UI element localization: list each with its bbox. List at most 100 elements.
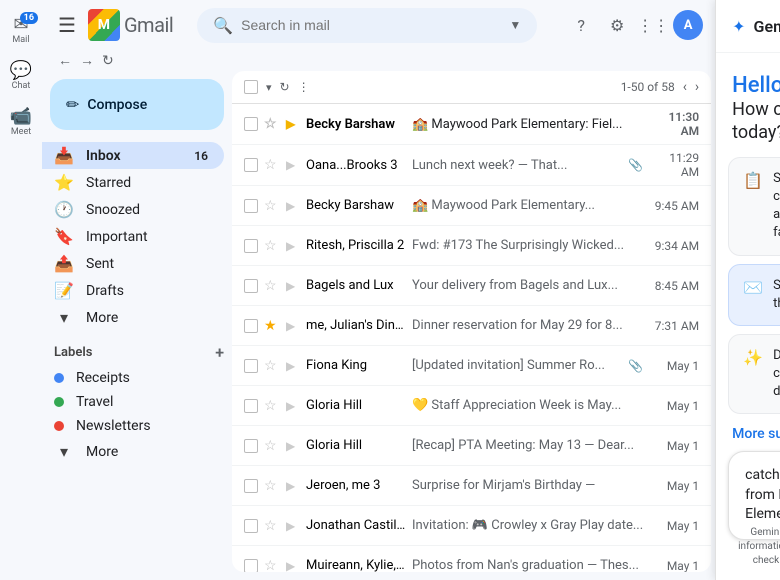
- menu-button[interactable]: ☰: [54, 9, 80, 41]
- star-icon[interactable]: ☆: [264, 278, 280, 294]
- important-icon: ▶: [286, 559, 300, 573]
- label-item-newsletters[interactable]: Newsletters: [42, 414, 224, 438]
- email-row[interactable]: ☆ ▶ Gloria Hill 💛 Staff Appreciation Wee…: [232, 386, 711, 426]
- email-subject: Photos from Nan's graduation — Thes...: [412, 558, 643, 572]
- star-icon[interactable]: ☆: [264, 358, 280, 374]
- email-row[interactable]: ☆ ▶ Jeroen, me 3 Surprise for Mirjam's B…: [232, 466, 711, 506]
- email-row[interactable]: ☆ ▶ Fiona King [Updated invitation] Summ…: [232, 346, 711, 386]
- email-checkbox[interactable]: [244, 279, 258, 293]
- email-row[interactable]: ☆ ▶ Ritesh, Priscilla 2 Fwd: #173 The Su…: [232, 226, 711, 266]
- back-button[interactable]: ←: [58, 52, 72, 69]
- sidebar-item-chat[interactable]: 💬 Chat: [0, 54, 42, 96]
- star-icon[interactable]: ★: [264, 318, 280, 334]
- mail-badge: 16: [20, 12, 38, 24]
- compose-button[interactable]: ✏ Compose: [50, 79, 224, 130]
- label-item-travel[interactable]: Travel: [42, 390, 224, 414]
- nav-items: 📥 Inbox 16 ⭐ Starred 🕐 Snoozed 🔖 Importa…: [42, 142, 232, 331]
- sidebar-item-meet[interactable]: 📹 Meet: [0, 100, 42, 142]
- labels-section: Labels + Receipts Travel Newsletters ▾ M…: [42, 339, 232, 465]
- email-row[interactable]: ☆ ▶ Gloria Hill [Recap] PTA Meeting: May…: [232, 426, 711, 466]
- important-icon: ▶: [286, 479, 300, 493]
- star-icon[interactable]: ☆: [264, 116, 280, 132]
- refresh-button[interactable]: ↻: [102, 53, 114, 69]
- email-row[interactable]: ★ ▶ me, Julian's Diner Dinner reservatio…: [232, 306, 711, 346]
- next-page-button[interactable]: ›: [695, 79, 699, 95]
- email-row[interactable]: ☆ ▶ Becky Barshaw 🏫 Maywood Park Element…: [232, 104, 711, 145]
- snoozed-label: Snoozed: [86, 202, 208, 218]
- refresh-list-button[interactable]: ↻: [280, 80, 290, 94]
- important-icon: 🔖: [54, 227, 74, 246]
- more-suggestions-button[interactable]: More suggestions ›: [716, 414, 780, 454]
- email-checkbox[interactable]: [244, 399, 258, 413]
- email-checkbox[interactable]: [244, 559, 258, 573]
- sender-name: Becky Barshaw: [306, 117, 406, 132]
- email-time: 9:34 AM: [649, 239, 699, 253]
- gemini-panel: ✦ Gemini ⋮ ⤢ ✕ Hello, Ann How can I help…: [715, 0, 780, 580]
- suggestion-unread[interactable]: ✉️ Show me emails that are unread: [728, 264, 780, 326]
- inbox-icon: 📥: [54, 146, 74, 165]
- sidebar-item-important[interactable]: 🔖 Important: [42, 223, 224, 250]
- star-icon[interactable]: ☆: [264, 157, 280, 173]
- email-checkbox[interactable]: [244, 519, 258, 533]
- sidebar-item-inbox[interactable]: 📥 Inbox 16: [42, 142, 224, 169]
- select-all-checkbox[interactable]: [244, 80, 258, 94]
- gemini-title: Gemini: [754, 17, 780, 36]
- email-subject: Lunch next week? — That...: [412, 158, 622, 173]
- avatar[interactable]: A: [673, 10, 703, 40]
- email-checkbox[interactable]: [244, 359, 258, 373]
- gmail-logo-text: Gmail: [124, 13, 173, 37]
- gemini-footer-text: Gemini may display inaccurate informatio…: [738, 527, 780, 566]
- email-checkbox[interactable]: [244, 319, 258, 333]
- suggestion-draft-text: Draft an email confirming the dinner res…: [773, 347, 780, 402]
- label-item-more[interactable]: ▾ More: [42, 438, 224, 465]
- suggestion-summarize[interactable]: 📋 Summarize conversations about the upco…: [728, 157, 780, 256]
- sender-name: Muireann, Kylie, David: [306, 558, 406, 572]
- suggestion-draft[interactable]: ✨ Draft an email confirming the dinner r…: [728, 334, 780, 415]
- sidebar-item-drafts[interactable]: 📝 Drafts: [42, 277, 224, 304]
- email-row[interactable]: ☆ ▶ Jonathan Castillo Invitation: 🎮 Crow…: [232, 506, 711, 546]
- email-row[interactable]: ☆ ▶ Muireann, Kylie, David Photos from N…: [232, 546, 711, 572]
- star-icon[interactable]: ☆: [264, 558, 280, 573]
- suggestion-unread-text: Show me emails that are unread: [773, 277, 780, 313]
- search-dropdown-icon[interactable]: ▼: [509, 18, 521, 32]
- add-label-button[interactable]: +: [215, 343, 224, 362]
- dropdown-icon[interactable]: ▾: [266, 81, 272, 94]
- email-checkbox[interactable]: [244, 199, 258, 213]
- sidebar-item-sent[interactable]: 📤 Sent: [42, 250, 224, 277]
- more-options-button[interactable]: ⋮: [298, 80, 310, 94]
- search-input[interactable]: [241, 17, 501, 33]
- pagination: 1-50 of 58: [621, 80, 675, 94]
- sidebar-item-starred[interactable]: ⭐ Starred: [42, 169, 224, 196]
- prev-page-button[interactable]: ‹: [683, 79, 687, 95]
- email-checkbox[interactable]: [244, 479, 258, 493]
- email-row[interactable]: ☆ ▶ Bagels and Lux Your delivery from Ba…: [232, 266, 711, 306]
- email-row[interactable]: ☆ ▶ Becky Barshaw 🏫 Maywood Park Element…: [232, 186, 711, 226]
- email-checkbox[interactable]: [244, 239, 258, 253]
- email-time: May 1: [649, 519, 699, 533]
- forward-button[interactable]: →: [80, 52, 94, 69]
- email-checkbox[interactable]: [244, 117, 258, 131]
- star-icon[interactable]: ☆: [264, 518, 280, 534]
- important-label: Important: [86, 229, 208, 245]
- sidebar-item-mail[interactable]: ✉ Mail 16: [0, 8, 42, 50]
- star-icon[interactable]: ☆: [264, 398, 280, 414]
- star-icon[interactable]: ☆: [264, 198, 280, 214]
- email-checkbox[interactable]: [244, 158, 258, 172]
- grid-button[interactable]: ⋮⋮: [637, 9, 669, 41]
- help-button[interactable]: ?: [565, 9, 597, 41]
- email-checkbox[interactable]: [244, 439, 258, 453]
- inbox-count: 16: [194, 149, 208, 163]
- email-subject: [Recap] PTA Meeting: May 13 — Dear...: [412, 438, 643, 453]
- email-time: May 1: [649, 479, 699, 493]
- chat-icon: 💬: [10, 60, 32, 81]
- star-icon[interactable]: ☆: [264, 478, 280, 494]
- email-subject: 💛 Staff Appreciation Week is May...: [412, 398, 643, 413]
- settings-button[interactable]: ⚙: [601, 9, 633, 41]
- label-item-receipts[interactable]: Receipts: [42, 366, 224, 390]
- star-icon[interactable]: ☆: [264, 438, 280, 454]
- search-bar[interactable]: 🔍 ▼: [197, 8, 537, 43]
- sidebar-item-snoozed[interactable]: 🕐 Snoozed: [42, 196, 224, 223]
- email-row[interactable]: ☆ ▶ Oana...Brooks 3 Lunch next week? — T…: [232, 145, 711, 186]
- sidebar-item-more[interactable]: ▾ More: [42, 304, 224, 331]
- star-icon[interactable]: ☆: [264, 238, 280, 254]
